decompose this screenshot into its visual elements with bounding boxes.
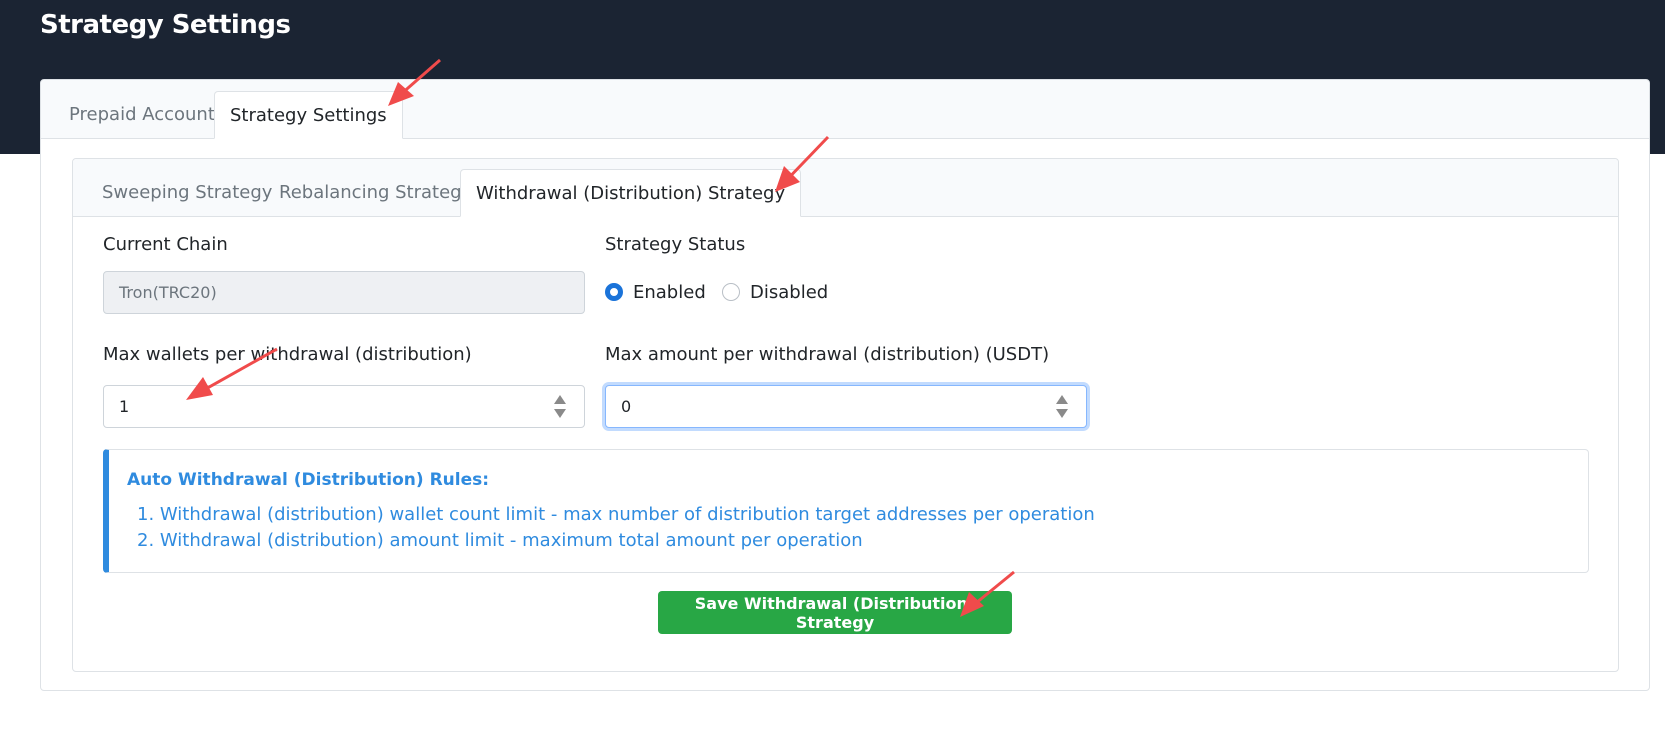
radio-enabled-label: Enabled [633, 281, 706, 303]
radio-enabled[interactable]: Enabled [605, 277, 706, 307]
tab-withdrawal-strategy[interactable]: Withdrawal (Distribution) Strategy [460, 169, 802, 217]
settings-card: Prepaid Account Strategy Settings Sweepi… [40, 79, 1650, 691]
stepper-up-icon[interactable] [554, 395, 566, 404]
stepper-icon[interactable] [1056, 395, 1068, 419]
main-tab-bar: Prepaid Account Strategy Settings [41, 80, 1649, 139]
max-wallets-input[interactable]: 1 [103, 385, 585, 428]
current-chain-label: Current Chain [103, 234, 228, 255]
rule-item: 1. Withdrawal (distribution) wallet coun… [137, 504, 1095, 525]
strategy-card: Sweeping Strategy Rebalancing Strategy W… [72, 158, 1619, 672]
stepper-down-icon[interactable] [554, 409, 566, 418]
tab-strategy-settings[interactable]: Strategy Settings [214, 91, 403, 139]
stepper-up-icon[interactable] [1056, 395, 1068, 404]
radio-checked-icon [605, 283, 623, 301]
strategy-tab-bar: Sweeping Strategy Rebalancing Strategy W… [73, 159, 1618, 217]
max-amount-label: Max amount per withdrawal (distribution)… [605, 344, 1050, 365]
page-title: Strategy Settings [40, 10, 291, 40]
radio-disabled[interactable]: Disabled [722, 277, 828, 307]
max-wallets-label: Max wallets per withdrawal (distribution… [103, 344, 472, 365]
rules-title: Auto Withdrawal (Distribution) Rules: [127, 470, 490, 490]
radio-disabled-label: Disabled [750, 281, 829, 303]
rule-item: 2. Withdrawal (distribution) amount limi… [137, 530, 863, 551]
rules-list: 1. Withdrawal (distribution) wallet coun… [137, 502, 1095, 554]
tab-prepaid-account[interactable]: Prepaid Account [54, 91, 230, 138]
current-chain-field: Tron(TRC20) [103, 271, 585, 314]
max-wallets-value: 1 [119, 397, 130, 416]
save-withdrawal-strategy-button[interactable]: Save Withdrawal (Distribution) Strategy [658, 591, 1012, 634]
tab-sweeping-strategy[interactable]: Sweeping Strategy [87, 169, 287, 216]
radio-unchecked-icon [722, 283, 740, 301]
tab-rebalancing-strategy[interactable]: Rebalancing Strategy [264, 169, 487, 216]
strategy-status-label: Strategy Status [605, 234, 746, 255]
max-amount-input[interactable]: 0 [605, 385, 1087, 428]
rules-panel: Auto Withdrawal (Distribution) Rules: 1.… [103, 449, 1589, 573]
max-amount-value: 0 [621, 397, 632, 416]
stepper-icon[interactable] [554, 395, 566, 419]
stepper-down-icon[interactable] [1056, 409, 1068, 418]
